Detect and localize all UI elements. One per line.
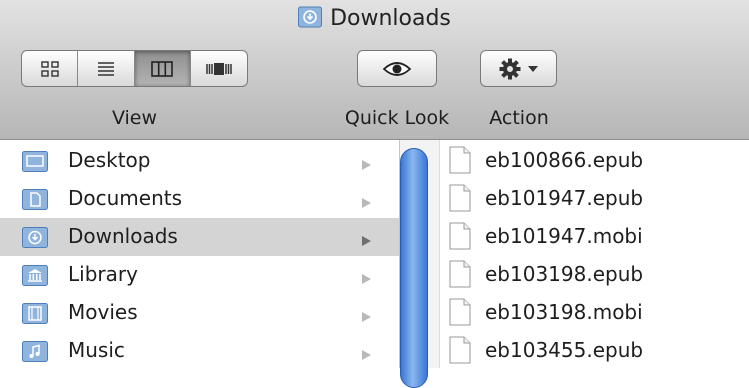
view-label: View: [111, 107, 158, 129]
document-icon: [449, 146, 471, 178]
scrollbar-thumb[interactable]: [400, 148, 428, 388]
gear-icon: [499, 58, 520, 79]
disclosure-arrow-icon: [362, 231, 371, 250]
icon-view-button[interactable]: [22, 51, 79, 86]
folder-row-documents[interactable]: Documents: [0, 180, 399, 218]
disclosure-arrow-icon: [362, 307, 371, 326]
window-title-text: Downloads: [330, 6, 451, 31]
chevron-down-icon: [527, 65, 538, 72]
folder-label: Documents: [68, 186, 183, 210]
disclosure-arrow-icon: [362, 345, 371, 364]
disclosure-arrow-icon: [362, 193, 371, 212]
library-folder-icon: [22, 265, 48, 290]
file-label: eb100866.epub: [485, 148, 644, 172]
cover-flow-button[interactable]: [191, 51, 247, 86]
finder-window: Downloads View Quick Look Action Desktop…: [0, 0, 749, 388]
quick-look-label: Quick Look: [344, 107, 450, 129]
folder-row-movies[interactable]: Movies: [0, 294, 399, 332]
coverflow-icon: [206, 62, 232, 75]
file-label: eb103455.epub: [485, 338, 644, 362]
file-row[interactable]: eb100866.epub: [441, 142, 749, 180]
toolbar: Downloads View Quick Look Action: [0, 0, 749, 140]
list-icon: [97, 61, 114, 76]
file-row[interactable]: eb103198.epub: [441, 256, 749, 294]
file-label: eb101947.mobi: [485, 224, 643, 248]
music-folder-icon: [22, 341, 48, 366]
disclosure-arrow-icon: [362, 155, 371, 174]
file-row[interactable]: eb101947.epub: [441, 180, 749, 218]
document-icon: [449, 260, 471, 292]
folder-label: Library: [68, 262, 138, 286]
eye-icon: [383, 61, 411, 76]
folder-label: Movies: [68, 300, 138, 324]
downloads-folder-icon: [298, 6, 323, 34]
folder-row-library[interactable]: Library: [0, 256, 399, 294]
action-button[interactable]: [480, 50, 557, 87]
file-label: eb103198.mobi: [485, 300, 643, 324]
files-column: eb100866.epub eb101947.epub eb101947.mob…: [441, 140, 749, 368]
folder-label: Music: [68, 338, 125, 362]
view-mode-control: [21, 50, 248, 87]
folder-row-music[interactable]: Music: [0, 332, 399, 370]
grid-icon: [40, 60, 59, 77]
folder-row-desktop[interactable]: Desktop: [0, 142, 399, 180]
folder-row-downloads[interactable]: Downloads: [0, 218, 399, 256]
documents-folder-icon: [22, 189, 48, 214]
quick-look-button[interactable]: [357, 50, 437, 87]
file-label: eb101947.epub: [485, 186, 644, 210]
file-row[interactable]: eb103198.mobi: [441, 294, 749, 332]
document-icon: [449, 222, 471, 254]
folder-label: Downloads: [68, 224, 178, 248]
desktop-folder-icon: [22, 151, 48, 176]
vertical-scrollbar[interactable]: [400, 140, 440, 388]
document-icon: [449, 298, 471, 330]
column-view-button[interactable]: [134, 51, 191, 86]
folder-label: Desktop: [68, 148, 151, 172]
downloads-folder-icon: [22, 227, 48, 252]
movies-folder-icon: [22, 303, 48, 328]
file-row[interactable]: eb101947.mobi: [441, 218, 749, 256]
document-icon: [449, 184, 471, 216]
disclosure-arrow-icon: [362, 269, 371, 288]
file-row[interactable]: eb103455.epub: [441, 332, 749, 370]
columns-icon: [151, 60, 173, 77]
file-label: eb103198.epub: [485, 262, 644, 286]
folders-column: Desktop Documents Downloads Library Movi…: [0, 140, 400, 368]
list-view-button[interactable]: [78, 51, 135, 86]
window-title: Downloads: [0, 6, 749, 34]
document-icon: [449, 336, 471, 368]
action-label: Action: [489, 107, 549, 129]
